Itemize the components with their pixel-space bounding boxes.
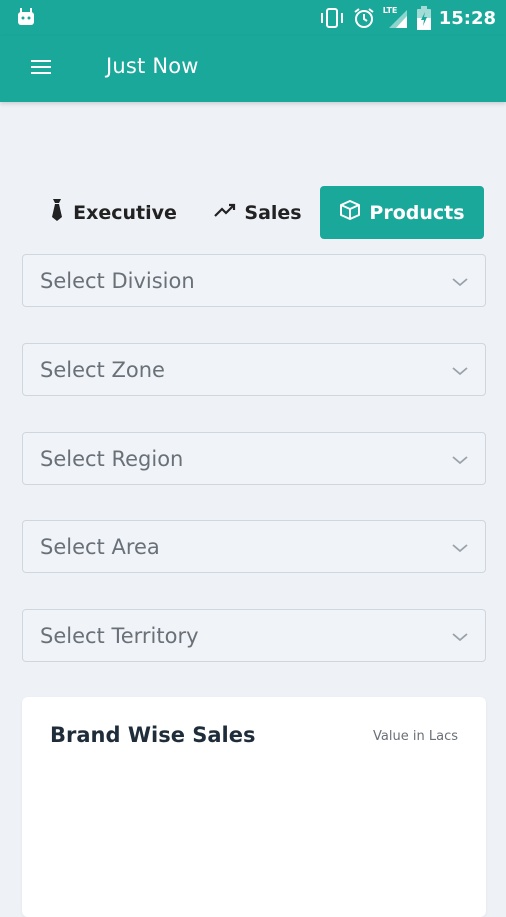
tab-bar: Executive Sales Products bbox=[0, 186, 506, 240]
chevron-down-icon bbox=[451, 451, 469, 470]
lte-signal-icon: LTE bbox=[383, 6, 409, 30]
territory-select-label: Select Territory bbox=[40, 623, 199, 648]
tab-sales-label: Sales bbox=[244, 201, 302, 224]
tab-products[interactable]: Products bbox=[320, 186, 484, 239]
alarm-icon bbox=[353, 7, 375, 29]
division-select[interactable]: Select Division bbox=[22, 254, 486, 307]
card-title: Brand Wise Sales bbox=[50, 723, 256, 747]
region-select-label: Select Region bbox=[40, 446, 184, 471]
tab-executive[interactable]: Executive bbox=[38, 186, 188, 239]
status-bar: LTE 15:28 bbox=[0, 0, 506, 36]
zone-select[interactable]: Select Zone bbox=[22, 343, 486, 396]
app-bar: Just Now bbox=[0, 36, 506, 102]
tab-sales[interactable]: Sales bbox=[208, 186, 308, 239]
tie-icon bbox=[49, 198, 65, 227]
cube-icon bbox=[339, 199, 361, 226]
app-title: Just Now bbox=[106, 54, 199, 78]
chevron-down-icon bbox=[451, 273, 469, 292]
hamburger-icon[interactable] bbox=[30, 56, 56, 82]
area-select-label: Select Area bbox=[40, 534, 160, 559]
chevron-down-icon bbox=[451, 628, 469, 647]
clock-time: 15:28 bbox=[438, 7, 496, 29]
region-select[interactable]: Select Region bbox=[22, 432, 486, 485]
zone-select-label: Select Zone bbox=[40, 357, 165, 382]
chevron-down-icon bbox=[451, 362, 469, 381]
trend-up-icon bbox=[214, 202, 236, 224]
android-icon bbox=[16, 7, 36, 31]
brand-wise-sales-card: Brand Wise Sales Value in Lacs bbox=[22, 697, 486, 917]
tab-executive-label: Executive bbox=[73, 201, 177, 224]
value-unit-note: Value in Lacs bbox=[373, 729, 458, 744]
vibrate-icon bbox=[319, 7, 345, 29]
territory-select[interactable]: Select Territory bbox=[22, 609, 486, 662]
battery-icon bbox=[416, 6, 431, 30]
chevron-down-icon bbox=[451, 539, 469, 558]
tab-products-label: Products bbox=[369, 201, 465, 224]
area-select[interactable]: Select Area bbox=[22, 520, 486, 573]
division-select-label: Select Division bbox=[40, 268, 195, 293]
